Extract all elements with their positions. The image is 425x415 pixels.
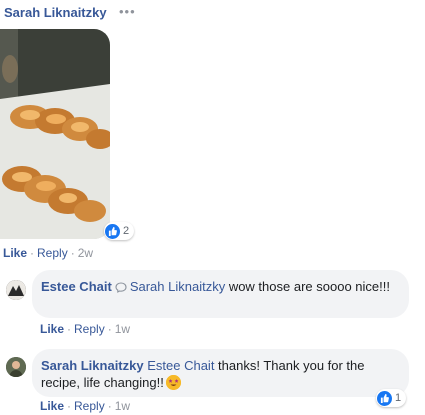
- comment-author-name[interactable]: Sarah Liknaitzky: [41, 358, 144, 373]
- comment-actions: Like · Reply · 1w: [40, 399, 130, 413]
- comment-reaction-badge[interactable]: 1: [376, 389, 407, 407]
- separator: ·: [67, 322, 72, 336]
- star-struck-emoji-icon: [165, 375, 181, 390]
- messenger-icon: [115, 280, 127, 297]
- post-actions: Like · Reply · 2w: [3, 246, 93, 260]
- avatar[interactable]: [6, 280, 26, 300]
- post-timestamp[interactable]: 2w: [78, 246, 93, 260]
- comment-timestamp[interactable]: 1w: [115, 322, 130, 336]
- separator: ·: [107, 322, 112, 336]
- comment-reaction-count: 1: [395, 392, 402, 404]
- separator: ·: [70, 246, 75, 260]
- comment-author-name[interactable]: Estee Chait: [41, 279, 112, 294]
- post-reply-link[interactable]: Reply: [37, 246, 68, 260]
- post-reaction-count: 2: [123, 225, 130, 237]
- comment-text: wow those are soooo nice!!!: [225, 279, 390, 294]
- thumbs-up-icon: [105, 223, 120, 239]
- comment-timestamp[interactable]: 1w: [115, 399, 130, 413]
- post-author-name[interactable]: Sarah Liknaitzky: [4, 5, 107, 20]
- thumbs-up-icon: [377, 390, 392, 406]
- separator: ·: [67, 399, 72, 413]
- more-options-icon[interactable]: •••: [119, 4, 136, 19]
- post-like-link[interactable]: Like: [3, 246, 27, 260]
- comment-actions: Like · Reply · 1w: [40, 322, 130, 336]
- comment-bubble: Sarah Liknaitzky Estee Chait thanks! Tha…: [32, 349, 409, 397]
- separator: ·: [30, 246, 35, 260]
- comment-like-link[interactable]: Like: [40, 322, 64, 336]
- comment-like-link[interactable]: Like: [40, 399, 64, 413]
- comment-reply-link[interactable]: Reply: [74, 399, 105, 413]
- comment-reply-link[interactable]: Reply: [74, 322, 105, 336]
- avatar[interactable]: [6, 357, 26, 377]
- post-reaction-badge[interactable]: 2: [104, 222, 135, 240]
- comment-mention[interactable]: Sarah Liknaitzky: [130, 279, 225, 294]
- separator: ·: [107, 399, 112, 413]
- post-photo[interactable]: [0, 29, 110, 239]
- comment-mention[interactable]: Estee Chait: [147, 358, 214, 373]
- challah-image: [0, 29, 110, 239]
- comment-bubble: Estee Chait Sarah Liknaitzky wow those ar…: [32, 270, 409, 318]
